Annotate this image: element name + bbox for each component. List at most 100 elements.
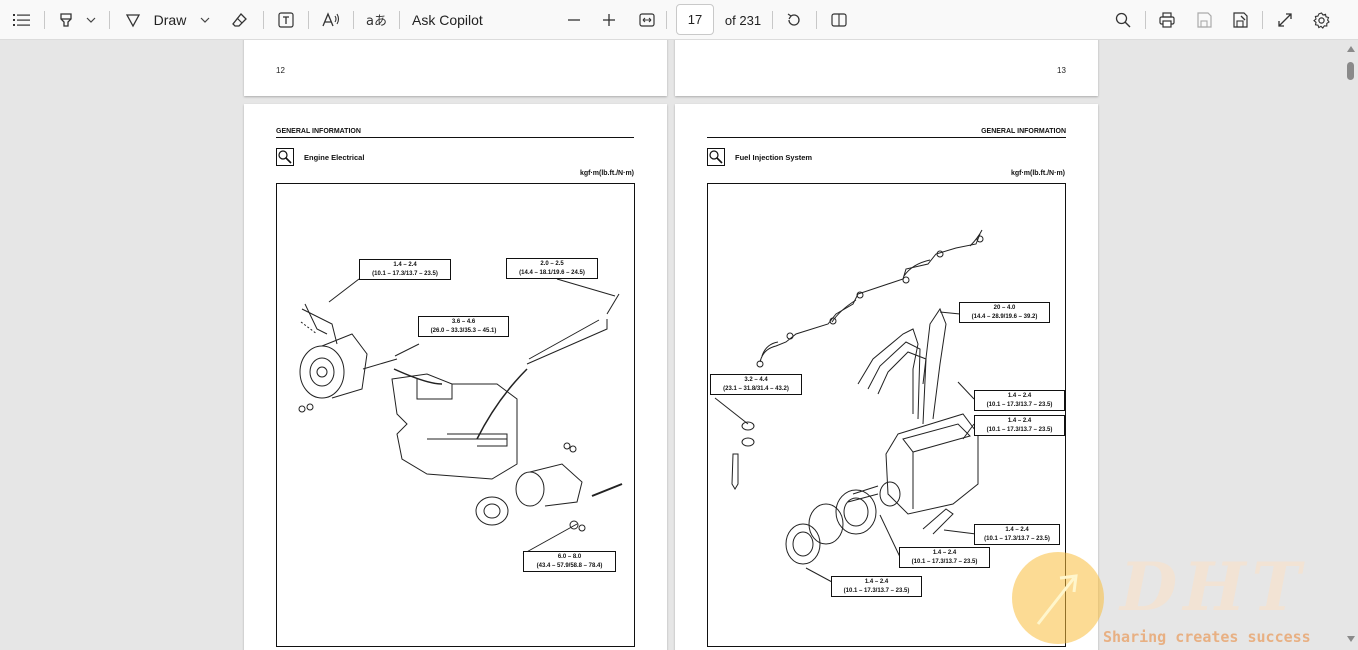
divider [1145,11,1146,29]
units-label: kgf·m(lb.ft./N·m) [579,170,634,177]
expand-icon[interactable] [1274,0,1296,40]
torque-range: (23.1 – 31.8/31.4 – 43.2) [723,386,789,392]
draw-button[interactable]: Draw [150,0,190,40]
torque-range: (10.1 – 17.3/13.7 – 23.5) [986,402,1053,408]
torque-callout: 3.2 – 4.4 (23.1 – 31.8/31.4 – 43.2) [710,374,802,395]
diagram-frame: 1.4 – 2.4 (10.1 – 17.3/13.7 – 23.5) 2.0 –… [276,183,635,647]
torque-callout: 2.0 – 2.5 (14.4 – 18.1/19.6 – 24.5) [506,258,598,279]
page-count: of 231 [722,0,764,40]
page-number: 13 [1057,66,1066,75]
header-rule [707,137,1066,138]
torque-range: (10.1 – 17.3/13.7 – 23.5) [911,559,978,565]
torque-callout: 1.4 – 2.4 (10.1 – 17.3/13.7 – 23.5) [899,547,990,568]
torque-value: 1.4 – 2.4 [864,579,889,585]
fit-width-icon[interactable] [636,0,658,40]
watermark-tagline: Sharing creates success [1103,628,1311,646]
section-title: Engine Electrical [304,153,365,162]
torque-value: 20 – 4.0 [993,305,1016,311]
torque-range: (14.4 – 18.1/19.6 – 24.5) [519,270,585,276]
torque-value: 1.4 – 2.4 [1007,393,1032,399]
wrench-manual-icon [276,148,294,166]
torque-callout: 1.4 – 2.4 (10.1 – 17.3/13.7 – 23.5) [974,524,1060,545]
pdf-toolbar: Draw aあ Ask Copilot 17 of 231 [0,0,1358,40]
torque-value: 2.0 – 2.5 [540,261,564,267]
page-number-input[interactable]: 17 [676,4,714,35]
divider [1262,11,1263,29]
scrollbar-thumb[interactable] [1347,62,1354,80]
divider [772,11,773,29]
divider [666,11,667,29]
divider [263,11,264,29]
document-viewer: 12 13 GENERAL INFORMATION Engine Electri… [0,40,1358,650]
torque-callout: 20 – 4.0 (14.4 – 28.9/19.6 – 39.2) [959,302,1050,323]
scroll-down-icon[interactable] [1347,636,1355,642]
torque-range: (43.4 – 57.9/58.8 – 78.4) [536,563,603,569]
rotate-icon[interactable] [783,0,805,40]
divider [353,11,354,29]
page-header: GENERAL INFORMATION [981,128,1066,135]
torque-value: 1.4 – 2.4 [393,262,417,268]
save-icon[interactable] [1193,0,1215,40]
torque-callout: 1.4 – 2.4 (10.1 – 17.3/13.7 – 23.5) [974,415,1065,436]
contents-list-icon[interactable] [10,0,34,40]
torque-range: (26.0 – 33.3/35.3 – 45.1) [430,328,497,334]
torque-callout: 3.6 – 4.6 (26.0 – 33.3/35.3 – 45.1) [418,316,509,337]
save-as-icon[interactable] [1229,0,1251,40]
chevron-down-icon[interactable] [197,0,213,40]
torque-value: 3.2 – 4.4 [744,377,768,383]
eraser-icon[interactable] [229,0,251,40]
zoom-out-icon[interactable] [564,0,584,40]
highlight-icon[interactable] [55,0,77,40]
header-rule [276,137,634,138]
torque-value: 1.4 – 2.4 [932,550,957,556]
watermark-logo [1012,552,1104,644]
divider [44,11,45,29]
torque-callout: 1.4 – 2.4 (10.1 – 17.3/13.7 – 23.5) [974,390,1065,411]
page-total-label: of 231 [724,12,762,28]
svg-text:あ: あ [374,14,386,28]
arrow-icon [1036,574,1078,625]
pdf-page-13: 13 [675,40,1098,96]
units-label: kgf·m(lb.ft./N·m) [1010,170,1065,177]
scroll-up-icon[interactable] [1347,46,1355,52]
page-number: 12 [276,66,285,75]
gear-icon[interactable] [1310,0,1332,40]
torque-value: 6.0 – 8.0 [557,554,582,560]
divider [399,11,400,29]
translate-icon[interactable]: aあ [363,0,389,40]
wrench-manual-icon [707,148,725,166]
torque-value: 1.4 – 2.4 [1005,527,1029,533]
torque-callout: 1.4 – 2.4 (10.1 – 17.3/13.7 – 23.5) [831,576,922,597]
page-header: GENERAL INFORMATION [276,128,361,135]
ask-copilot-label: Ask Copilot [412,12,483,28]
read-aloud-icon[interactable] [320,0,342,40]
draw-icon[interactable] [122,0,144,40]
torque-value: 1.4 – 2.4 [1007,418,1032,424]
divider [816,11,817,29]
torque-range: (10.1 – 17.3/13.7 – 23.5) [986,427,1053,433]
vertical-scrollbar[interactable] [1344,40,1358,650]
pdf-page-left: GENERAL INFORMATION Engine Electrical kg… [244,104,667,650]
watermark-brand: DHT [1120,548,1307,626]
ask-copilot-button[interactable]: Ask Copilot [412,0,492,40]
search-icon[interactable] [1112,0,1134,40]
divider [308,11,309,29]
print-icon[interactable] [1156,0,1178,40]
page-view-icon[interactable] [828,0,850,40]
torque-value: 3.6 – 4.6 [451,319,476,325]
pdf-page-12: 12 [244,40,667,96]
torque-range: (10.1 – 17.3/13.7 – 23.5) [984,536,1050,542]
engine-electrical-diagram [298,278,623,555]
torque-range: (10.1 – 17.3/13.7 – 23.5) [843,588,910,594]
torque-callout: 1.4 – 2.4 (10.1 – 17.3/13.7 – 23.5) [359,259,451,280]
divider [109,11,110,29]
section-title: Fuel Injection System [735,153,813,162]
torque-range: (14.4 – 28.9/19.6 – 39.2) [971,314,1038,320]
torque-range: (10.1 – 17.3/13.7 – 23.5) [372,271,438,277]
torque-callout: 6.0 – 8.0 (43.4 – 57.9/58.8 – 78.4) [523,551,616,572]
draw-label: Draw [153,12,187,28]
svg-text:a: a [366,14,374,28]
zoom-in-icon[interactable] [599,0,619,40]
chevron-down-icon[interactable] [83,0,99,40]
text-box-icon[interactable] [275,0,297,40]
